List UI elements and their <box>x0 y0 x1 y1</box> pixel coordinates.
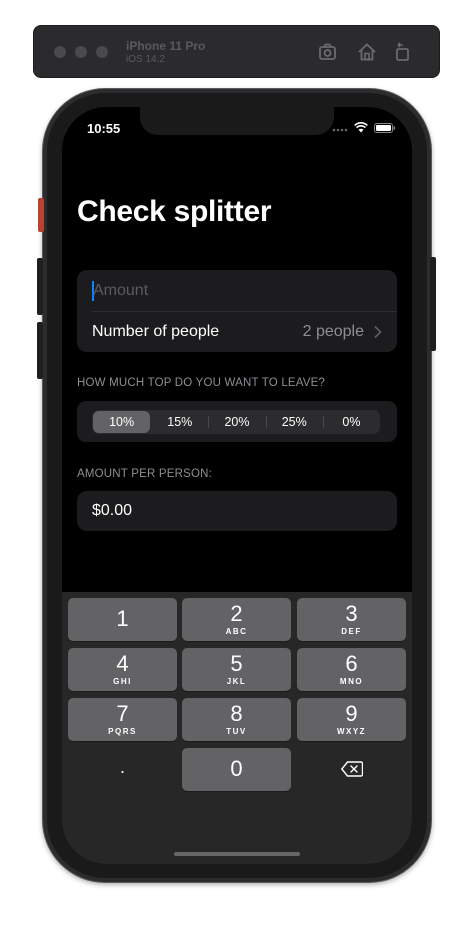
home-icon[interactable] <box>356 41 378 63</box>
decimal-keyboard: 1 2 ABC 3 DEF 4 GHI 5 JKL 6 MNO 7 PQRS 8 TUV 9W… <box>62 592 412 864</box>
key-1[interactable]: 1 <box>68 598 177 641</box>
people-label: Number of people <box>92 323 220 340</box>
key-decimal-char: . <box>119 757 125 777</box>
minimize-window-button[interactable] <box>75 46 87 58</box>
key-8-letters: TUV <box>226 727 247 736</box>
key-2-digit: 2 <box>230 601 243 626</box>
volume-down-button[interactable] <box>37 322 43 379</box>
key-4[interactable]: 4 GHI <box>68 648 177 691</box>
segment-separator <box>208 416 210 428</box>
key-4-letters: GHI <box>113 677 132 686</box>
key-0-digit: 0 <box>230 756 243 781</box>
tip-segmented-control: 10% 15% 20% 25% 0% <box>92 410 380 434</box>
tip-option-20-label: 20% <box>224 415 250 429</box>
phone-screen: 10:55 Check splitter Number of people 2 … <box>62 107 412 864</box>
tip-option-25-label: 25% <box>281 415 307 429</box>
key-3-letters: DEF <box>341 627 362 636</box>
screenshot-icon[interactable] <box>317 41 339 63</box>
key-5-letters: JKL <box>226 677 247 686</box>
segment-separator <box>265 416 267 428</box>
key-2-letters: ABC <box>225 627 248 636</box>
key-7-letters: PQRS <box>108 727 137 736</box>
key-7[interactable]: 7 PQRS <box>68 698 177 741</box>
key-5-digit: 5 <box>230 651 243 676</box>
key-1-digit: 1 <box>116 606 129 631</box>
tip-option-15[interactable]: 15% <box>151 410 208 434</box>
key-9[interactable]: 9 WXYZ <box>297 698 406 741</box>
chevron-right-icon <box>374 326 382 338</box>
mute-switch[interactable] <box>38 198 44 232</box>
status-icons <box>332 122 396 133</box>
tip-option-20[interactable]: 20% <box>208 410 265 434</box>
key-8-digit: 8 <box>230 701 243 726</box>
power-button[interactable] <box>430 257 436 351</box>
amount-row[interactable] <box>77 270 397 311</box>
home-indicator[interactable] <box>174 852 300 856</box>
people-value: 2 people <box>302 323 364 340</box>
tip-option-0-label: 0% <box>342 415 361 429</box>
key-3[interactable]: 3 DEF <box>297 598 406 641</box>
battery-icon <box>374 122 396 133</box>
key-6[interactable]: 6 MNO <box>297 648 406 691</box>
key-5[interactable]: 5 JKL <box>182 648 291 691</box>
close-window-button[interactable] <box>54 46 66 58</box>
rotate-icon[interactable] <box>391 41 413 63</box>
simulator-os-version: iOS 14.2 <box>126 54 165 65</box>
tip-option-0[interactable]: 0% <box>322 410 380 434</box>
key-6-letters: MNO <box>339 677 364 686</box>
page-title: Check splitter <box>77 195 272 228</box>
notch <box>140 107 334 135</box>
per-person-cell: $0.00 <box>77 491 397 531</box>
zoom-window-button[interactable] <box>96 46 108 58</box>
amount-input[interactable] <box>92 278 383 303</box>
simulator-device-name: iPhone 11 Pro <box>126 39 206 53</box>
simulator-toolbar: iPhone 11 Pro iOS 14.2 <box>33 25 440 78</box>
status-time: 10:55 <box>87 121 121 136</box>
number-of-people-picker[interactable]: Number of people 2 people <box>77 312 397 352</box>
key-6-digit: 6 <box>345 651 358 676</box>
per-person-amount: $0.00 <box>92 502 133 519</box>
key-2[interactable]: 2 ABC <box>182 598 291 641</box>
tip-section-header: HOW MUCH TOP DO YOU WANT TO LEAVE? <box>77 377 326 389</box>
key-3-digit: 3 <box>345 601 358 626</box>
key-decimal[interactable]: . <box>68 748 177 791</box>
key-9-letters: WXYZ <box>336 727 367 736</box>
key-7-digit: 7 <box>116 701 129 726</box>
window-controls <box>54 46 108 58</box>
tip-segment-container: 10% 15% 20% 25% 0% <box>77 401 397 442</box>
input-group: Number of people 2 people <box>77 270 397 352</box>
wifi-icon <box>354 122 368 133</box>
key-0[interactable]: 0 <box>182 748 291 791</box>
key-9-digit: 9 <box>345 701 358 726</box>
tip-option-25[interactable]: 25% <box>265 410 323 434</box>
per-person-section-header: AMOUNT PER PERSON: <box>77 468 213 480</box>
key-delete[interactable] <box>297 748 406 791</box>
segment-separator <box>322 416 324 428</box>
delete-icon <box>341 761 363 777</box>
key-8[interactable]: 8 TUV <box>182 698 291 741</box>
key-4-digit: 4 <box>116 651 129 676</box>
volume-up-button[interactable] <box>37 258 43 315</box>
cellular-signal-icon <box>332 128 348 131</box>
tip-option-10[interactable]: 10% <box>93 411 151 433</box>
